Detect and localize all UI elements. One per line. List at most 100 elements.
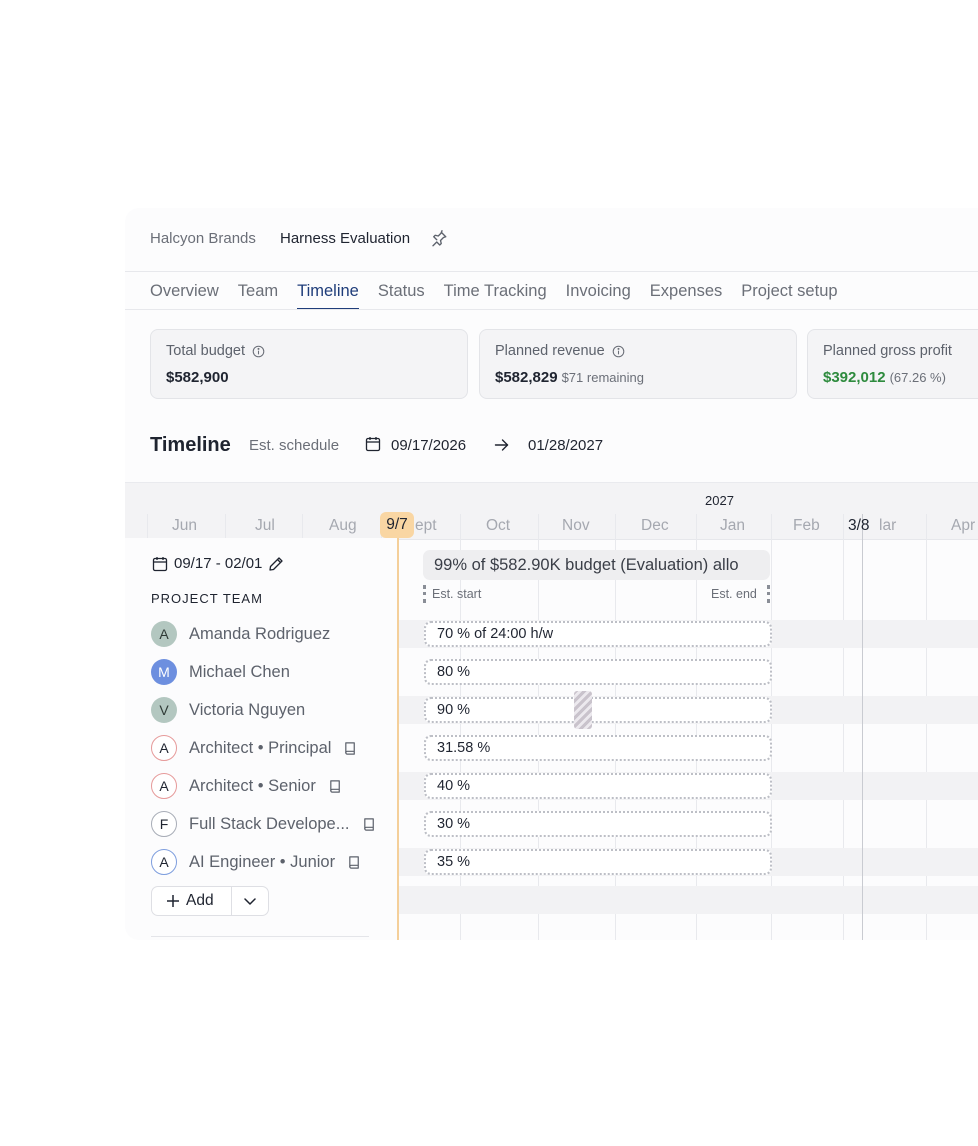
planned-gross-profit-label-wrap: Planned gross profit [823, 343, 952, 359]
tab-team[interactable]: Team [238, 282, 278, 310]
tab-status[interactable]: Status [378, 282, 425, 310]
allocation-bar[interactable]: 35 % [424, 849, 772, 875]
tab-overview[interactable]: Overview [150, 282, 219, 310]
add-dropdown-toggle[interactable] [232, 894, 268, 908]
month-label: lar [879, 517, 897, 534]
book-icon[interactable] [347, 855, 362, 870]
add-member-button[interactable]: Add [151, 886, 269, 916]
month-label: Jan [720, 517, 745, 534]
total-budget-label: Total budget [166, 343, 246, 359]
start-date[interactable]: 09/17/2026 [391, 437, 466, 454]
avatar: F [151, 811, 177, 837]
breadcrumb-client[interactable]: Halcyon Brands [150, 230, 256, 247]
allocation-bar[interactable]: 31.58 % [424, 735, 772, 761]
month-label: Aug [329, 517, 357, 534]
add-button-main[interactable]: Add [152, 887, 232, 915]
calendar-icon[interactable] [365, 436, 381, 452]
month-label: Feb [793, 517, 820, 534]
member-name: Victoria Nguyen [189, 700, 306, 719]
today-line [397, 538, 399, 940]
member-name: Architect • Senior [189, 776, 316, 795]
tab-expenses[interactable]: Expenses [650, 282, 722, 310]
planned-gross-profit-value-wrap: $392,012 (67.26 %) [823, 369, 946, 386]
est-start-marker[interactable] [423, 585, 429, 603]
planned-revenue-value: $582,829 [495, 369, 558, 386]
member-name: AI Engineer • Junior [189, 852, 336, 871]
allocation-bar[interactable]: 90 % [424, 697, 772, 723]
member-name: Architect • Principal [189, 738, 332, 757]
allocation-bar[interactable]: 40 % [424, 773, 772, 799]
drag-handle[interactable] [574, 691, 592, 729]
team-member-row[interactable]: M Michael Chen [151, 658, 290, 686]
planned-revenue-label-wrap: Planned revenue [495, 343, 625, 359]
header-divider [125, 271, 978, 272]
avatar: M [151, 659, 177, 685]
month-label: Dec [641, 517, 669, 534]
date-range-text: 09/17 - 02/01 [174, 555, 263, 572]
arrow-right-icon [494, 439, 509, 451]
team-member-row[interactable]: A Architect • Senior [151, 772, 343, 800]
tab-time-tracking[interactable]: Time Tracking [444, 282, 547, 310]
grid-line [926, 514, 927, 940]
marker-badge: 3/8 [848, 517, 870, 534]
planned-gross-profit-value: $392,012 [823, 369, 886, 386]
month-label: Oct [486, 517, 511, 534]
pencil-icon[interactable] [268, 556, 284, 572]
member-name: Amanda Rodriguez [189, 624, 331, 643]
total-budget-label-wrap: Total budget [166, 343, 265, 359]
info-icon[interactable] [612, 345, 625, 358]
grid-line [771, 514, 772, 940]
date-range[interactable]: 09/17 - 02/01 [152, 555, 284, 572]
month-label: Jul [255, 517, 275, 534]
team-member-row[interactable]: V Victoria Nguyen [151, 696, 305, 724]
book-icon[interactable] [362, 817, 377, 832]
total-budget-card: Total budget $582,900 [150, 329, 468, 399]
book-icon[interactable] [328, 779, 343, 794]
avatar: A [151, 621, 177, 647]
year-label: 2027 [705, 493, 734, 508]
avatar: A [151, 773, 177, 799]
team-member-row[interactable]: A Amanda Rodriguez [151, 620, 330, 648]
member-name: Full Stack Develope... [189, 814, 350, 833]
team-member-row[interactable]: A Architect • Principal [151, 734, 358, 762]
est-end-marker[interactable] [767, 585, 773, 603]
info-icon[interactable] [252, 345, 265, 358]
allocation-bar[interactable]: 80 % [424, 659, 772, 685]
allocation-bar[interactable]: 70 % of 24:00 h/w [424, 621, 772, 647]
total-budget-value: $582,900 [166, 369, 229, 386]
plus-icon [167, 895, 179, 907]
member-name: Michael Chen [189, 662, 290, 681]
avatar: V [151, 697, 177, 723]
planned-revenue-label: Planned revenue [495, 343, 605, 359]
row-stripe [397, 886, 978, 914]
month-label: ept [415, 517, 437, 534]
month-label: Nov [562, 517, 590, 534]
today-badge: 9/7 [380, 512, 414, 538]
team-member-row[interactable]: F Full Stack Develope... [151, 810, 377, 838]
planned-gross-profit-percent: (67.26 %) [889, 370, 946, 385]
avatar: A [151, 849, 177, 875]
planned-revenue-card: Planned revenue $582,829 $71 remaining [479, 329, 797, 399]
team-member-row[interactable]: A AI Engineer • Junior [151, 848, 362, 876]
book-icon[interactable] [343, 741, 358, 756]
project-team-heading: PROJECT TEAM [151, 591, 263, 606]
grid-line [843, 514, 844, 940]
chevron-down-icon [244, 898, 256, 905]
est-schedule-label: Est. schedule [249, 437, 340, 454]
pin-icon[interactable] [430, 230, 448, 248]
planned-revenue-remaining: $71 remaining [561, 370, 644, 385]
calendar-icon [152, 556, 168, 571]
tab-timeline[interactable]: Timeline [297, 282, 359, 310]
tab-bar: Overview Team Timeline Status Time Track… [150, 282, 857, 310]
project-panel: Halcyon Brands Harness Evaluation Overvi… [125, 208, 978, 940]
tab-project-setup[interactable]: Project setup [741, 282, 837, 310]
planned-gross-profit-card: Planned gross profit $392,012 (67.26 %) [807, 329, 978, 399]
marker-line [862, 514, 863, 940]
planned-revenue-value-wrap: $582,829 $71 remaining [495, 369, 644, 386]
breadcrumb-project: Harness Evaluation [280, 230, 411, 247]
est-end-label: Est. end [711, 587, 757, 601]
end-date[interactable]: 01/28/2027 [528, 437, 603, 454]
add-button-label: Add [186, 892, 214, 909]
allocation-bar[interactable]: 30 % [424, 811, 772, 837]
tab-invoicing[interactable]: Invoicing [566, 282, 631, 310]
